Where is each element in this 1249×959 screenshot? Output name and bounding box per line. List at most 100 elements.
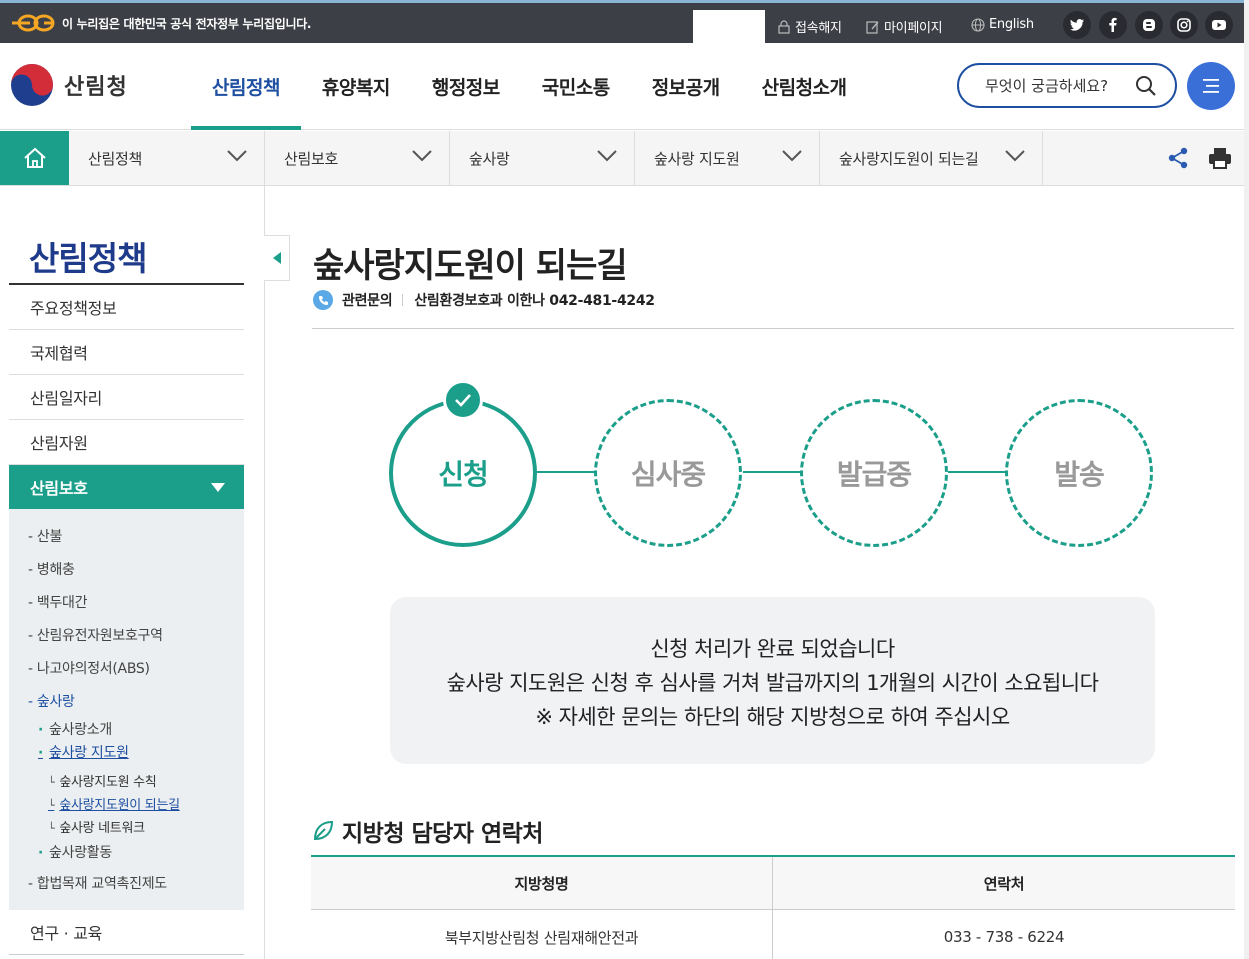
subnav-forest-love-guide[interactable]: · 숲사랑 지도원 [38, 742, 129, 762]
edit-icon [866, 20, 879, 34]
title-divider [312, 328, 1234, 329]
inquiry-label: 관련문의 [342, 293, 393, 309]
section-title: 지방청 담당자 연락처 [311, 814, 543, 848]
completion-message: 신청 처리가 완료 되었습니다 숲사랑 지도원은 신청 후 심사를 거쳐 발급까… [390, 597, 1155, 764]
scrollbar[interactable] [1244, 0, 1249, 959]
site-name: 산림청 [64, 75, 128, 100]
gnb-policy[interactable]: 산림정책 [191, 43, 301, 130]
facebook-icon[interactable] [1099, 11, 1127, 39]
search-box [957, 63, 1177, 108]
logout-link[interactable]: 접속해지 [777, 17, 842, 36]
chevron-down-icon [412, 150, 432, 162]
crumb-protection[interactable]: 산림보호 [265, 131, 450, 185]
english-link[interactable]: English [971, 17, 1034, 32]
subnav-fire[interactable]: - 산불 [28, 526, 62, 546]
site-logo[interactable]: 산림청 [10, 63, 128, 107]
step-connector [536, 471, 596, 473]
side-nav-item-policy-info[interactable]: 주요정책정보 [9, 285, 244, 330]
subnav-forest-love[interactable]: - 숲사랑 [28, 691, 75, 711]
subnav-pests[interactable]: - 병해충 [28, 559, 75, 579]
side-nav-item-intl[interactable]: 국제협력 [9, 330, 244, 375]
search-icon[interactable] [1135, 75, 1157, 97]
subnav-nagoya[interactable]: - 나고야의정서(ABS) [28, 658, 150, 678]
step-connector [743, 471, 803, 473]
crumb-guide[interactable]: 숲사랑 지도원 [635, 131, 820, 185]
hamburger-icon [1203, 79, 1219, 93]
lock-icon [778, 19, 790, 34]
print-icon[interactable] [1207, 146, 1233, 170]
message-line: ※ 자세한 문의는 하단의 해당 지방청으로 하여 주십시오 [535, 705, 1010, 729]
side-nav-item-protection[interactable]: 산림보호 [9, 465, 244, 509]
chevron-down-icon [1005, 150, 1025, 162]
divider [402, 294, 404, 306]
step-connector [948, 471, 1008, 473]
chevron-down-icon [597, 150, 617, 162]
gnb-about[interactable]: 산림청소개 [741, 43, 868, 130]
subnav-legal-timber[interactable]: - 합법목재 교역촉진제도 [28, 873, 167, 893]
step-issuing: 발급중 [800, 399, 948, 547]
contact-table: 지방청명 연락처 북부지방산림청 산림재해안전과 033 - 738 - 622… [311, 855, 1235, 959]
subnav-activities[interactable]: · 숲사랑활동 [38, 842, 112, 862]
check-icon [443, 380, 483, 420]
step-sending: 발송 [1005, 399, 1153, 547]
crumb-policy[interactable]: 산림정책 [69, 131, 265, 185]
breadcrumb: 산림정책 산림보호 숲사랑 숲사랑 지도원 숲사랑지도원이 되는길 [0, 131, 1249, 186]
gnb-communication[interactable]: 국민소통 [521, 43, 631, 130]
inquiry-value: 산림환경보호과 이한나 042-481-4242 [414, 293, 655, 309]
column-header: 지방청명 [311, 857, 773, 909]
youtube-icon[interactable] [1205, 11, 1233, 39]
progress-steps: 신청 심사중 발급중 발송 [388, 380, 1158, 550]
egov-logo-icon [12, 14, 55, 32]
globe-icon [971, 17, 985, 32]
message-line: 숲사랑 지도원은 신청 후 심사를 거쳐 발급까지의 1개월의 시간이 소요됩니… [446, 671, 1099, 695]
table-cell: 북부지방산림청 산림재해안전과 [311, 910, 773, 959]
global-nav: 산림정책 휴양복지 행정정보 국민소통 정보공개 산림청소개 [191, 43, 868, 130]
home-icon [23, 147, 46, 168]
blog-icon[interactable] [1135, 11, 1163, 39]
share-icon[interactable] [1167, 146, 1189, 170]
side-subnav: - 산불 - 병해충 - 백두대간 - 산림유전자원보호구역 - 나고야의정서(… [9, 509, 244, 910]
blank-slot [693, 10, 765, 46]
subnav-genetic[interactable]: - 산림유전자원보호구역 [28, 625, 163, 645]
page-title: 숲사랑지도원이 되는길 [313, 246, 628, 286]
table-header: 지방청명 연락처 [311, 857, 1235, 910]
side-nav-title: 산림정책 [9, 232, 244, 285]
subnav-become-guide[interactable]: └ 숲사랑지도원이 되는길 [48, 794, 180, 813]
collapse-sidebar-button[interactable] [264, 235, 290, 281]
crumb-forest-love[interactable]: 숲사랑 [450, 131, 635, 185]
crumb-become-guide[interactable]: 숲사랑지도원이 되는길 [820, 131, 1043, 185]
home-button[interactable] [0, 131, 69, 185]
leaf-icon [313, 820, 334, 841]
gnb-admin-info[interactable]: 행정정보 [411, 43, 521, 130]
step-apply: 신청 [389, 399, 537, 547]
side-nav-item-research[interactable]: 연구 · 교육 [9, 910, 244, 955]
side-nav-item-jobs[interactable]: 산림일자리 [9, 375, 244, 420]
phone-icon [313, 290, 333, 310]
side-nav-item-resources[interactable]: 산림자원 [9, 420, 244, 465]
chevron-down-icon [227, 150, 247, 162]
mypage-link[interactable]: 마이페이지 [866, 17, 943, 36]
message-line: 신청 처리가 완료 되었습니다 [650, 637, 895, 661]
twitter-icon[interactable] [1063, 11, 1091, 39]
table-cell: 033 - 738 - 6224 [943, 928, 1065, 946]
content-divider [264, 186, 265, 959]
subnav-baekdu[interactable]: - 백두대간 [28, 592, 88, 612]
site-header: 산림청 산림정책 휴양복지 행정정보 국민소통 정보공개 산림청소개 [0, 43, 1249, 130]
gnb-disclosure[interactable]: 정보공개 [631, 43, 741, 130]
gnb-recreation[interactable]: 휴양복지 [301, 43, 411, 130]
caret-left-icon [272, 252, 281, 264]
inquiry-info: 관련문의 산림환경보호과 이한나 042-481-4242 [313, 290, 655, 310]
instagram-icon[interactable] [1170, 11, 1198, 39]
subnav-guide-rules[interactable]: └ 숲사랑지도원 수칙 [48, 771, 157, 790]
column-header: 연락처 [983, 874, 1025, 893]
caret-down-icon [211, 483, 225, 492]
gov-notice: 이 누리집은 대한민국 공식 전자정부 누리집입니다. [62, 17, 312, 31]
subnav-forest-love-intro[interactable]: · 숲사랑소개 [38, 719, 112, 739]
step-review: 심사중 [594, 399, 742, 547]
chevron-down-icon [782, 150, 802, 162]
taegeuk-emblem-icon [11, 64, 53, 106]
subnav-network[interactable]: └ 숲사랑 네트워크 [48, 817, 145, 836]
search-input[interactable] [985, 76, 1135, 95]
all-menu-button[interactable] [1187, 62, 1235, 110]
gov-banner: 이 누리집은 대한민국 공식 전자정부 누리집입니다. 접속해지 마이페이지 E… [0, 0, 1249, 46]
